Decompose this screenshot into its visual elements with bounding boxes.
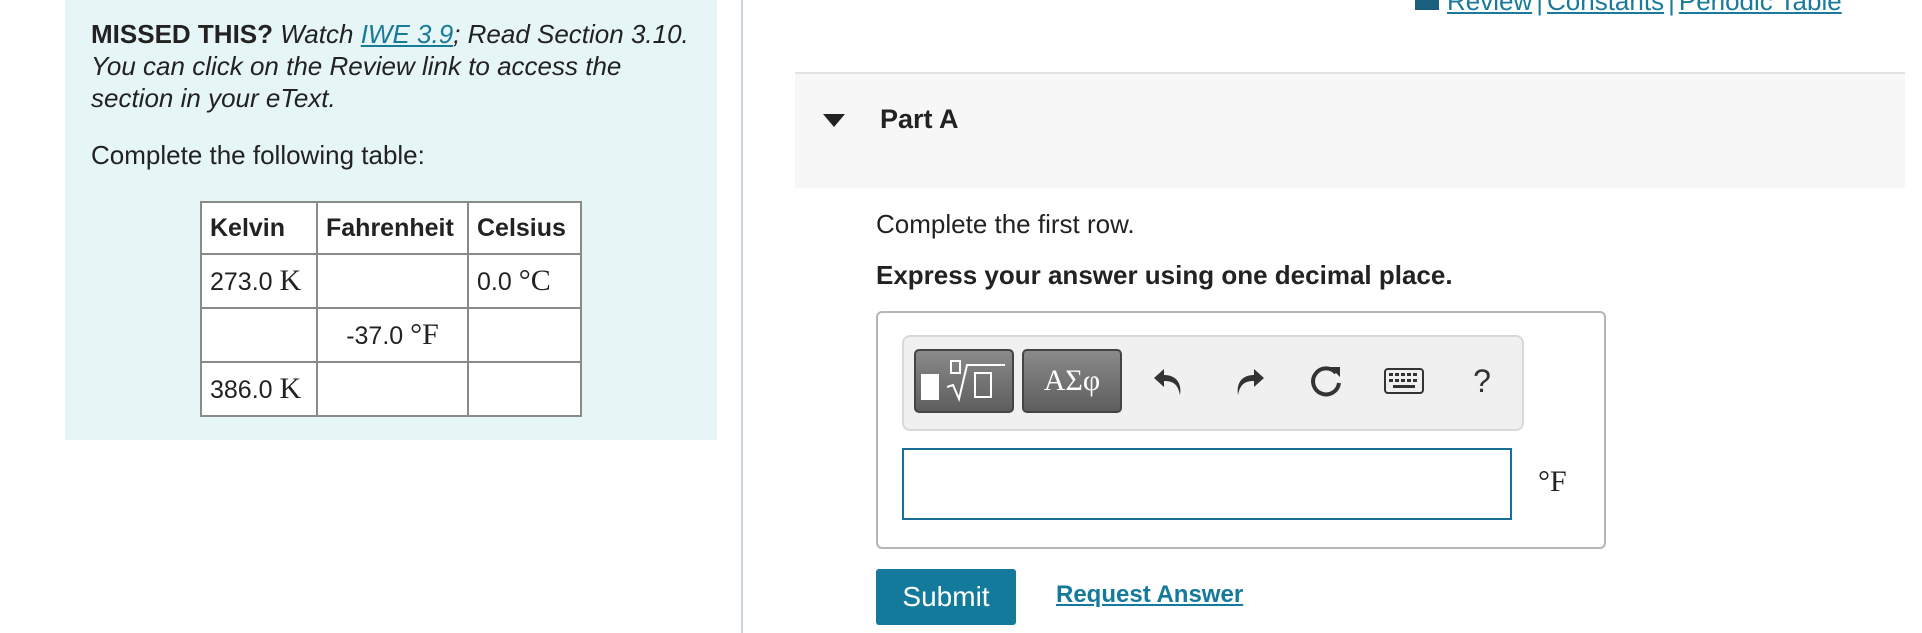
book-icon	[1415, 0, 1439, 11]
cell-kelvin: 386.0 K	[200, 361, 318, 417]
help-icon[interactable]: ?	[1456, 355, 1508, 407]
constants-link[interactable]: Constants	[1547, 0, 1664, 16]
part-title: Part A	[880, 104, 959, 134]
undo-icon[interactable]	[1144, 355, 1196, 407]
reset-icon[interactable]	[1300, 355, 1352, 407]
watch-prefix: Watch	[273, 19, 361, 49]
resource-links: Review | Constants | Periodic Table	[1415, 0, 1842, 17]
cell-celsius	[467, 307, 582, 363]
keyboard-icon[interactable]	[1378, 355, 1430, 407]
greek-symbols-button[interactable]: ΑΣφ	[1022, 349, 1122, 413]
templates-button[interactable]	[914, 349, 1014, 413]
cell-celsius	[467, 361, 582, 417]
missed-heading: MISSED THIS?	[91, 19, 274, 49]
hint-panel: MISSED THIS? Watch IWE 3.9; Read Section…	[65, 0, 717, 440]
request-answer-link[interactable]: Request Answer	[1056, 581, 1243, 609]
cell-fahrenheit	[316, 253, 469, 309]
table-instruction: Complete the following table:	[91, 140, 425, 170]
missed-this-text: MISSED THIS? Watch IWE 3.9; Read Section…	[91, 18, 691, 114]
redo-icon[interactable]	[1222, 355, 1274, 407]
cell-kelvin: 273.0 K	[200, 253, 318, 309]
table-header-row: Kelvin Fahrenheit Celsius	[200, 201, 582, 255]
cell-celsius: 0.0 °C	[467, 253, 582, 309]
table-row: 273.0 K 0.0 °C	[200, 253, 582, 309]
header-celsius: Celsius	[467, 201, 582, 255]
iwe-link[interactable]: IWE 3.9	[361, 19, 453, 49]
cell-kelvin	[200, 307, 318, 363]
header-fahrenheit: Fahrenheit	[316, 201, 469, 255]
answer-unit: °F	[1538, 465, 1567, 498]
cell-fahrenheit: -37.0 °F	[316, 307, 469, 363]
table-row: 386.0 K	[200, 361, 582, 417]
review-link[interactable]: Review	[1447, 0, 1532, 16]
question-text: Complete the first row.	[876, 209, 1135, 239]
link-separator: |	[1668, 0, 1675, 16]
answer-input[interactable]	[902, 448, 1512, 520]
header-kelvin: Kelvin	[200, 201, 318, 255]
table-row: -37.0 °F	[200, 307, 582, 363]
temperature-table: Kelvin Fahrenheit Celsius 273.0 K 0.0 °C…	[200, 201, 582, 417]
answer-box: ΑΣφ ? °F	[876, 311, 1606, 549]
part-a-header[interactable]: Part A	[795, 72, 1905, 188]
answer-instruction: Express your answer using one decimal pl…	[876, 260, 1453, 290]
cell-fahrenheit	[316, 361, 469, 417]
periodic-table-link[interactable]: Periodic Table	[1679, 0, 1842, 16]
math-toolbar: ΑΣφ ?	[902, 335, 1524, 431]
radical-icon	[946, 360, 1005, 403]
panel-divider	[741, 0, 743, 633]
link-separator: |	[1536, 0, 1544, 16]
submit-button[interactable]: Submit	[876, 569, 1016, 625]
templates-icon	[921, 374, 939, 400]
collapse-triangle-icon[interactable]	[823, 114, 845, 127]
